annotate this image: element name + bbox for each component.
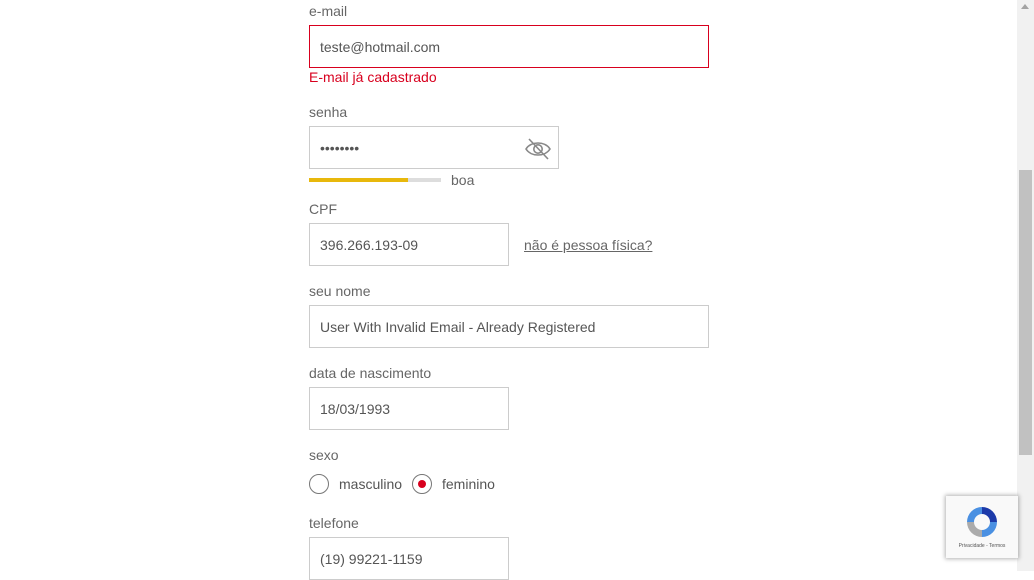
email-label: e-mail — [309, 3, 348, 19]
cpf-label: CPF — [309, 201, 337, 217]
gender-option-male-label: masculino — [339, 476, 403, 492]
eye-slash-icon[interactable] — [524, 137, 552, 161]
not-individual-link[interactable]: não é pessoa física? — [524, 237, 652, 253]
birthdate-label: data de nascimento — [309, 365, 432, 381]
gender-label: sexo — [309, 447, 339, 463]
name-label: seu nome — [309, 283, 371, 299]
scroll-up-arrow-icon[interactable] — [1021, 4, 1029, 9]
password-strength-bar — [309, 178, 441, 182]
scrollbar-thumb[interactable] — [1019, 170, 1032, 455]
password-input[interactable]: •••••••• — [309, 126, 559, 169]
recaptcha-badge[interactable]: Privacidade - Termos — [946, 496, 1018, 558]
gender-radio-female[interactable] — [412, 474, 432, 494]
birthdate-input[interactable]: 18/03/1993 — [309, 387, 509, 430]
password-label: senha — [309, 104, 348, 120]
email-input[interactable]: teste@hotmail.com — [309, 25, 709, 68]
recaptcha-terms-text[interactable]: Privacidade - Termos — [946, 543, 1018, 549]
password-strength-fill — [309, 178, 408, 182]
page-scrollbar[interactable] — [1017, 0, 1034, 571]
recaptcha-logo-icon — [967, 507, 997, 537]
phone-input[interactable]: (19) 99221-1159 — [309, 537, 509, 580]
gender-option-female-label: feminino — [442, 476, 495, 492]
gender-radio-male[interactable] — [309, 474, 329, 494]
password-strength-label: boa — [451, 172, 475, 188]
name-input[interactable]: User With Invalid Email - Already Regist… — [309, 305, 709, 348]
cpf-input[interactable]: 396.266.193-09 — [309, 223, 509, 266]
phone-label: telefone — [309, 515, 359, 531]
email-error-message: E-mail já cadastrado — [309, 69, 437, 85]
